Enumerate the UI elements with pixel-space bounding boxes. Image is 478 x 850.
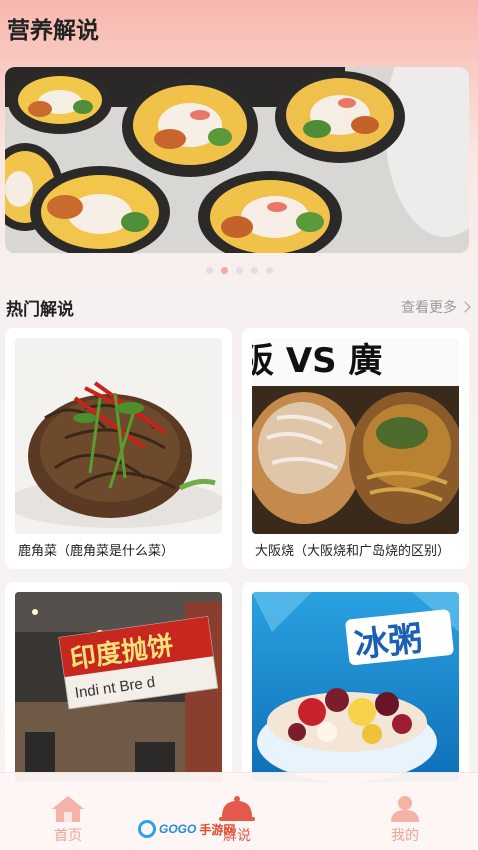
chevron-right-icon (459, 301, 471, 313)
seaweed-dish-image (15, 338, 222, 534)
card-caption: 大阪烧（大阪烧和广岛烧的区别） (255, 544, 451, 559)
card-image: 印度抛饼 Indi nt Bre d (15, 592, 222, 782)
page-title: 营养解说 (7, 18, 99, 44)
home-icon (52, 796, 84, 822)
card-image: 冰粥 (252, 592, 459, 782)
carousel-dot[interactable] (205, 267, 213, 274)
tab-label: 我的 (391, 828, 419, 844)
indian-bread-shop-image: 印度抛饼 Indi nt Bre d (15, 592, 222, 782)
carousel-dot-active[interactable] (220, 267, 228, 274)
watermark-text-b: 手游网 (199, 822, 236, 837)
bottom-tab-bar: 首页 解说 我的 (0, 772, 478, 850)
card-image: 阪 VS 廣 (252, 338, 459, 534)
watermark-icon (138, 820, 156, 838)
image-overlay-text: 阪 VS 廣 (252, 341, 382, 381)
person-icon (391, 796, 419, 822)
tab-mine[interactable]: 我的 (355, 773, 455, 850)
carousel-banner[interactable] (5, 67, 469, 253)
section-title: 热门解说 (6, 300, 74, 320)
see-more-link[interactable]: 查看更多 (401, 297, 471, 317)
carousel-indicator (0, 267, 478, 274)
card-image (15, 338, 222, 534)
tab-home[interactable]: 首页 (18, 773, 118, 850)
brand-text: 冰粥 (353, 619, 425, 666)
see-more-label: 查看更多 (401, 300, 457, 316)
article-card[interactable]: 鹿角菜（鹿角菜是什么菜） (5, 328, 232, 569)
card-caption: 鹿角菜（鹿角菜是什么菜） (18, 544, 175, 559)
tab-label: 首页 (54, 828, 82, 844)
article-card[interactable]: 印度抛饼 Indi nt Bre d (5, 582, 232, 782)
sushi-roll-image (5, 67, 469, 253)
watermark-text-a: GOGO (159, 822, 197, 836)
ice-porridge-image: 冰粥 (252, 592, 459, 782)
article-card[interactable]: 阪 VS 廣 大阪烧（大阪烧和广岛烧的区别） (242, 328, 469, 569)
okonomiyaki-image: 阪 VS 廣 (252, 338, 459, 534)
article-card[interactable]: 冰粥 (242, 582, 469, 782)
carousel-dot[interactable] (265, 267, 273, 274)
watermark-logo: GOGO 手游网 (138, 818, 235, 840)
carousel-dot[interactable] (235, 267, 243, 274)
carousel-dot[interactable] (250, 267, 258, 274)
